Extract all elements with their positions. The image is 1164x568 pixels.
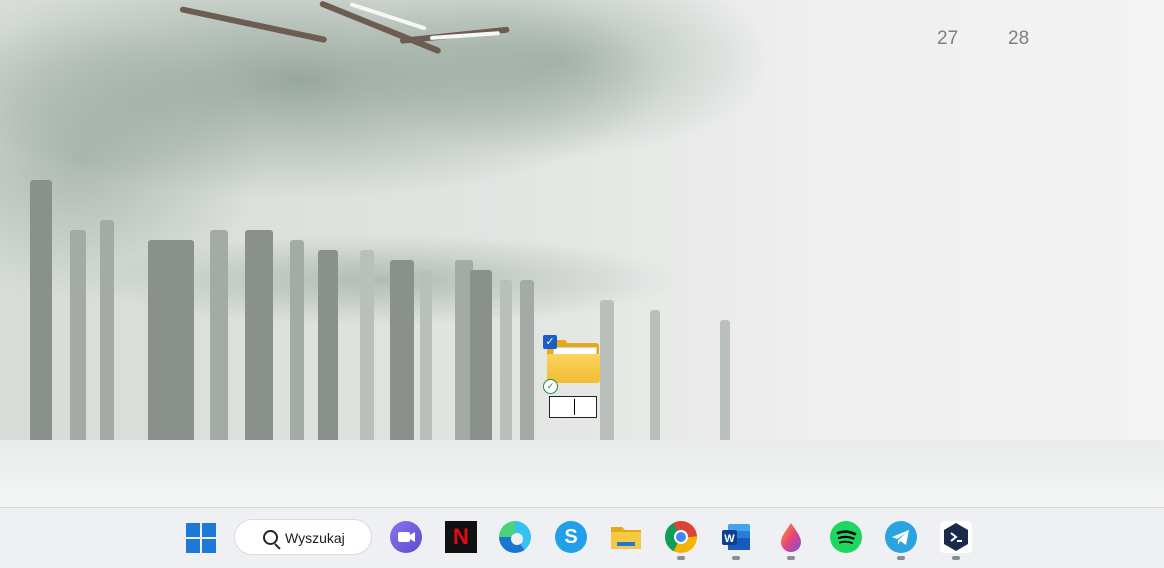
- widget-day-28: 28: [1008, 28, 1030, 49]
- video-chat-icon: [398, 532, 415, 542]
- folder-icon: [547, 354, 600, 383]
- folder-icon: [611, 527, 641, 549]
- taskbar-app-word[interactable]: W: [720, 521, 752, 553]
- sync-ok-icon: ✓: [543, 379, 558, 394]
- chrome-icon: [674, 530, 688, 544]
- desktop-folder[interactable]: ✓ ✓: [542, 334, 602, 424]
- taskbar: Wyszukaj N S W: [0, 507, 1164, 568]
- checkbox-checked-icon[interactable]: ✓: [543, 335, 557, 349]
- taskbar-app-netflix[interactable]: N: [445, 521, 477, 553]
- taskbar-app-file-explorer[interactable]: [610, 521, 642, 553]
- taskbar-app-terminal[interactable]: [940, 521, 972, 553]
- search-label: Wyszukaj: [285, 530, 345, 546]
- netflix-icon: N: [453, 524, 469, 549]
- telegram-icon: [892, 530, 909, 545]
- taskbar-app-chat[interactable]: [390, 521, 422, 553]
- skype-icon: S: [564, 526, 578, 548]
- start-button[interactable]: [186, 523, 216, 553]
- taskbar-app-spotify[interactable]: [830, 521, 862, 553]
- widget-day-27: 27: [937, 28, 959, 49]
- svg-text:W: W: [724, 533, 735, 545]
- word-icon: W: [722, 524, 750, 550]
- taskbar-search[interactable]: Wyszukaj: [234, 519, 372, 555]
- taskbar-app-skype[interactable]: S: [555, 521, 587, 553]
- taskbar-app-edge[interactable]: [499, 521, 531, 553]
- edge-browser-icon: [511, 533, 523, 545]
- folder-rename-input[interactable]: [549, 396, 597, 418]
- spotify-icon: [836, 530, 857, 544]
- desktop-wallpaper: [0, 0, 1164, 507]
- terminal-prompt-icon: [944, 523, 968, 551]
- text-caret: [574, 399, 575, 415]
- taskbar-app-paint[interactable]: [775, 521, 807, 553]
- search-icon: [263, 530, 278, 545]
- taskbar-app-telegram[interactable]: [885, 521, 917, 553]
- taskbar-app-chrome[interactable]: [665, 521, 697, 553]
- paint-drop-icon: [781, 523, 801, 552]
